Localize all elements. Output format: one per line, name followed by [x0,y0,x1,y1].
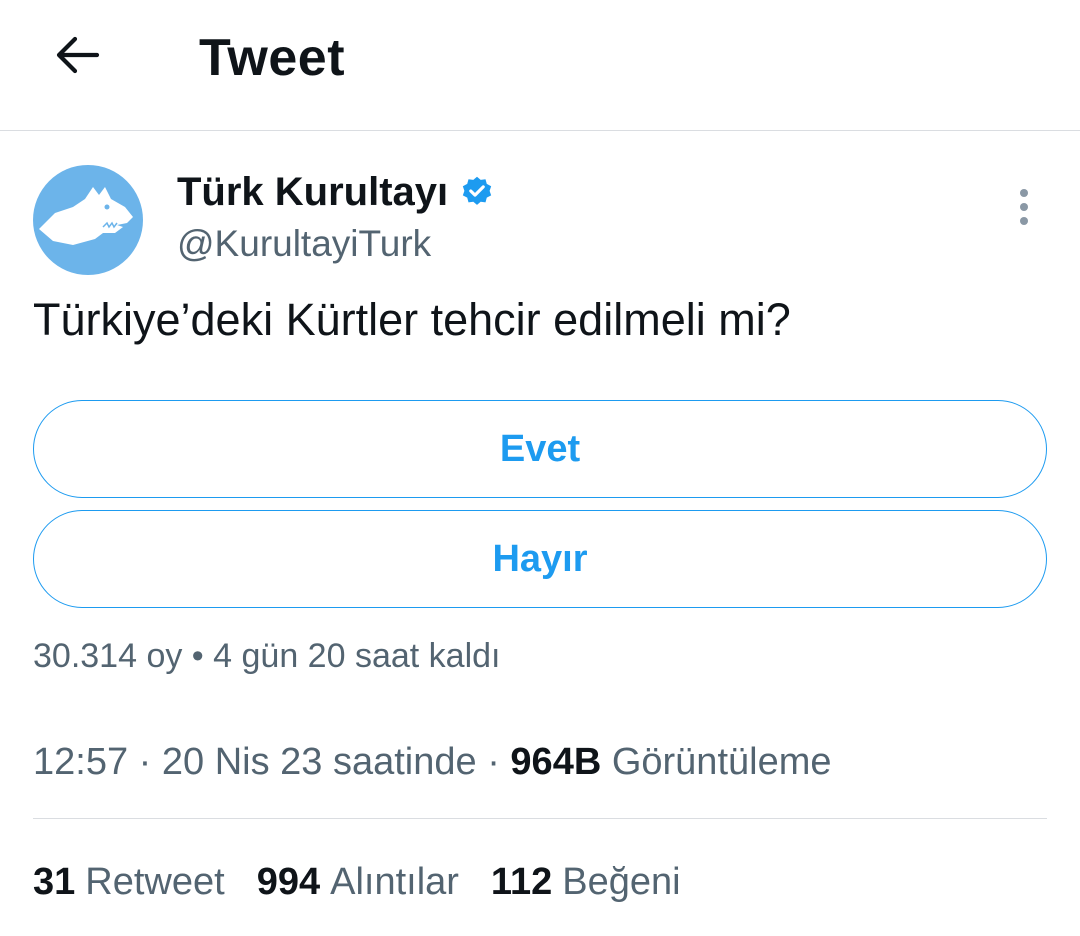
more-vertical-icon [1016,187,1032,232]
timestamp-separator: · [128,741,162,783]
quotes-stat[interactable]: 994 Alıntılar [257,858,459,906]
author-name-row[interactable]: Türk Kurultayı [177,168,494,216]
like-label: Beğeni [562,861,681,903]
page-title: Tweet [199,29,346,87]
tweet-date[interactable]: 20 Nis 23 saatinde [162,741,477,783]
tweet-time[interactable]: 12:57 [33,741,128,783]
avatar[interactable] [33,165,143,275]
timestamp-separator: · [476,741,511,783]
retweets-stat[interactable]: 31 Retweet [33,858,225,906]
author-handle[interactable]: @KurultayiTurk [177,222,431,266]
view-label[interactable]: Görüntüleme [612,741,832,783]
more-options-button[interactable] [1002,186,1046,232]
likes-stat[interactable]: 112 Beğeni [491,858,681,906]
like-count: 112 [490,861,553,903]
retweet-count: 31 [33,861,76,903]
tweet-text: Türkiye’deki Kürtler tehcir edilmeli mi? [33,294,791,345]
author-display-name[interactable]: Türk Kurultayı [177,168,448,216]
poll-vote-count: 30.314 oy [33,637,183,675]
poll-option-hayir[interactable]: Hayır [33,510,1047,608]
quote-count: 994 [256,861,321,903]
poll-summary: 30.314 oy • 4 gün 20 saat kaldı [33,634,500,678]
divider [33,818,1047,819]
wolf-logo-icon [39,187,133,245]
quote-label: Alıntılar [330,861,459,903]
arrow-left-icon [53,31,101,84]
verified-badge-icon [460,175,494,209]
top-bar: Tweet [0,0,1080,131]
back-button[interactable] [44,24,110,90]
tweet-timestamp-row: 12:57 · 20 Nis 23 saatinde · 964B Görünt… [33,738,832,786]
poll-separator: • [182,637,214,675]
poll-option-evet[interactable]: Evet [33,400,1047,498]
engagement-stats: 31 Retweet 994 Alıntılar 112 Beğeni [33,858,713,906]
view-count[interactable]: 964B [510,741,601,783]
poll-time-left: 4 gün 20 saat kaldı [213,637,501,675]
retweet-label: Retweet [85,861,225,903]
